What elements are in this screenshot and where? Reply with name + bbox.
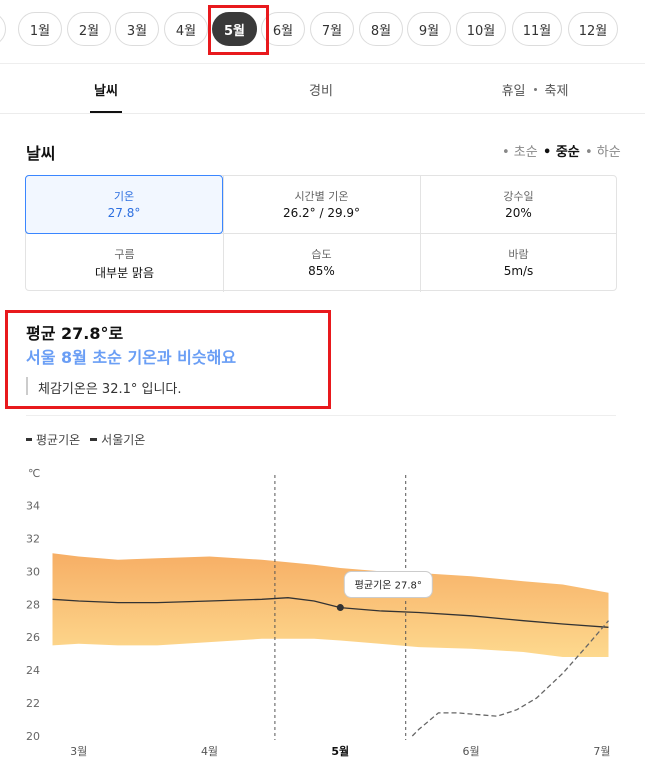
stat-value: 27.8° bbox=[107, 206, 141, 220]
tab-festival-label: 축제 bbox=[544, 83, 569, 99]
summary-feels-like: 체감기온은 32.1° 입니다. bbox=[38, 382, 182, 397]
month-selector: 1월 2월 3월 4월 5월 6월 7월 8월 9월 10월 11월 12월 bbox=[0, 0, 645, 64]
stat-wind[interactable]: 바람 5m/s bbox=[420, 234, 617, 292]
legend-dashed-swatch bbox=[90, 438, 98, 441]
stat-value: 85% bbox=[308, 264, 335, 278]
legend-seoul-label: 서울기온 bbox=[101, 433, 146, 447]
stat-label: 강수일 bbox=[503, 190, 534, 203]
stat-cloud[interactable]: 구름 대부분 맑음 bbox=[26, 234, 223, 292]
y-tick-label: 34 bbox=[26, 499, 40, 512]
month-pill[interactable]: 7월 bbox=[310, 12, 354, 46]
x-tick-label: 3월 bbox=[70, 745, 87, 758]
month-pill[interactable]: 9월 bbox=[407, 12, 451, 46]
y-tick-label: 22 bbox=[26, 697, 40, 710]
month-pill-previous-partial[interactable] bbox=[0, 12, 6, 46]
y-tick-label: 24 bbox=[26, 664, 40, 677]
summary-average: 평균 27.8°로 bbox=[26, 324, 124, 343]
stat-value: 대부분 맑음 bbox=[94, 266, 154, 280]
tab-cost[interactable]: 경비 bbox=[285, 64, 357, 114]
tab-underline bbox=[90, 111, 122, 113]
x-tick-label: 4월 bbox=[201, 745, 218, 758]
tab-separator-dot bbox=[533, 87, 537, 91]
tab-holiday-label: 휴일 bbox=[501, 83, 526, 99]
stat-rain-days[interactable]: 강수일 20% bbox=[420, 176, 617, 234]
stat-label: 기온 bbox=[113, 190, 135, 203]
summary-comparison: 서울 8월 초순 기온과 비슷해요 bbox=[26, 348, 237, 367]
temperature-chart: ℃ 20 22 24 26 28 30 32 34 평균기온 27.8° 3월 4월 5월 6월 7월 bbox=[26, 467, 610, 758]
stat-label: 습도 bbox=[311, 248, 332, 261]
stat-label: 시간별 기온 bbox=[294, 190, 349, 203]
stat-value: 26.2° / 29.9° bbox=[282, 206, 361, 220]
stat-label: 구름 bbox=[114, 248, 135, 261]
month-pill[interactable]: 4월 bbox=[164, 12, 208, 46]
month-pill[interactable]: 1월 bbox=[18, 12, 62, 46]
y-tick-label: 20 bbox=[26, 730, 40, 743]
month-pill[interactable]: 2월 bbox=[67, 12, 111, 46]
weather-section-title: 날씨 bbox=[26, 144, 56, 163]
stat-label: 바람 bbox=[508, 248, 529, 261]
summary-quote-bar bbox=[26, 377, 28, 395]
marker-tooltip-label: 평균기온 27.8° bbox=[355, 580, 422, 592]
x-tick-label: 5월 bbox=[331, 744, 349, 758]
tab-bar: 날씨 경비 휴일 축제 bbox=[0, 64, 645, 114]
x-tick-label: 7월 bbox=[593, 745, 610, 758]
y-axis-unit-label: ℃ bbox=[28, 467, 40, 480]
y-tick-label: 32 bbox=[26, 532, 40, 545]
stat-hourly-temperature[interactable]: 시간별 기온 26.2° / 29.9° bbox=[223, 176, 420, 234]
legend-avg-label: 평균기온 bbox=[36, 433, 81, 447]
y-tick-label: 30 bbox=[26, 565, 40, 578]
tab-holiday-festival[interactable]: 휴일 축제 bbox=[480, 64, 590, 114]
average-marker-point bbox=[336, 604, 344, 612]
stat-humidity[interactable]: 습도 85% bbox=[223, 234, 420, 292]
tab-weather[interactable]: 날씨 bbox=[70, 64, 142, 114]
x-tick-label: 6월 bbox=[463, 745, 480, 758]
period-option[interactable]: • 중순 bbox=[543, 141, 580, 160]
y-tick-label: 28 bbox=[26, 598, 40, 611]
month-pill[interactable]: 11월 bbox=[512, 12, 562, 46]
chart-legend: 평균기온 서울기온 bbox=[26, 431, 145, 448]
month-pill[interactable]: 8월 bbox=[359, 12, 403, 46]
stat-value: 5m/s bbox=[503, 264, 534, 278]
legend-solid-swatch bbox=[26, 438, 32, 441]
month-pill[interactable]: 12월 bbox=[568, 12, 618, 46]
stat-value: 20% bbox=[505, 206, 532, 220]
section-divider bbox=[26, 415, 616, 416]
selected-month-annotation bbox=[208, 5, 269, 55]
period-option[interactable]: • 하순 bbox=[585, 141, 621, 160]
period-option[interactable]: • 초순 bbox=[502, 141, 538, 160]
stat-temperature[interactable]: 기온 27.8° bbox=[25, 175, 223, 234]
y-tick-label: 26 bbox=[26, 631, 40, 644]
weather-stat-grid: 기온 27.8° 시간별 기온 26.2° / 29.9° 강수일 20% 구름… bbox=[25, 175, 617, 292]
month-pill[interactable]: 10월 bbox=[456, 12, 506, 46]
month-pill[interactable]: 3월 bbox=[115, 12, 159, 46]
